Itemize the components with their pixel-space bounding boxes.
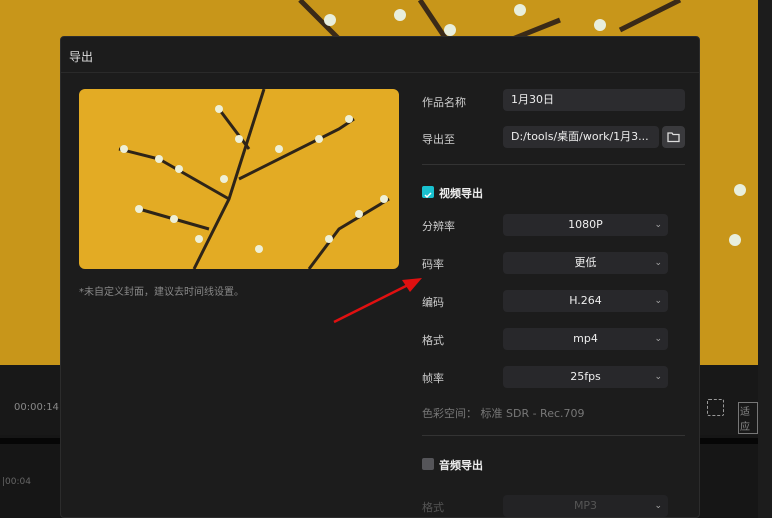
current-time: 00:00:14:: [14, 402, 63, 413]
chevron-down-icon: ⌄: [654, 372, 662, 382]
folder-icon: [667, 132, 680, 143]
video-export-checkbox[interactable]: [422, 186, 434, 199]
resolution-select[interactable]: 1080P ⌄: [503, 214, 668, 236]
video-export-heading: 视频导出: [439, 187, 483, 200]
resolution-label: 分辨率: [422, 220, 455, 233]
fps-value: 25fps: [570, 370, 601, 383]
check-icon: [424, 192, 432, 199]
format-value: mp4: [573, 332, 598, 345]
color-space-info: 色彩空间： 标准 SDR - Rec.709: [422, 407, 585, 420]
divider: [422, 435, 685, 436]
audio-format-select[interactable]: MP3 ⌄: [503, 495, 668, 517]
format-select[interactable]: mp4 ⌄: [503, 328, 668, 350]
cover-note: *未自定义封面，建议去时间线设置。: [79, 287, 244, 298]
bitrate-value: 更低: [574, 256, 597, 269]
audio-export-heading: 音频导出: [439, 459, 483, 472]
chevron-down-icon: ⌄: [654, 334, 662, 344]
folder-button[interactable]: [662, 126, 685, 148]
fps-select[interactable]: 25fps ⌄: [503, 366, 668, 388]
name-label: 作品名称: [422, 96, 466, 109]
divider: [422, 164, 685, 165]
audio-export-checkbox[interactable]: [422, 458, 434, 470]
chevron-down-icon: ⌄: [654, 501, 662, 511]
chevron-down-icon: ⌄: [654, 258, 662, 268]
format-label: 格式: [422, 334, 444, 347]
audio-format-label: 格式: [422, 501, 444, 514]
cover-preview[interactable]: [79, 89, 399, 269]
codec-select[interactable]: H.264 ⌄: [503, 290, 668, 312]
chevron-down-icon: ⌄: [654, 220, 662, 230]
name-input[interactable]: 1月30日: [503, 89, 685, 111]
audio-format-value: MP3: [573, 499, 598, 512]
codec-value: H.264: [569, 294, 602, 307]
path-input[interactable]: D:/tools/桌面/work/1月3...: [503, 126, 659, 148]
fps-label: 帧率: [422, 372, 444, 385]
bitrate-select[interactable]: 更低 ⌄: [503, 252, 668, 274]
resolution-value: 1080P: [568, 218, 603, 231]
right-panel-edge: [758, 0, 772, 518]
dialog-title: 导出: [69, 50, 94, 64]
path-label: 导出至: [422, 133, 455, 146]
divider: [61, 72, 699, 73]
red-annotation-arrow: [333, 278, 422, 324]
fullscreen-zoom-icon[interactable]: [707, 399, 724, 416]
fit-button[interactable]: 适应: [738, 402, 758, 434]
chevron-down-icon: ⌄: [654, 296, 662, 306]
timeline-ruler-mark: |00:04: [2, 477, 31, 487]
